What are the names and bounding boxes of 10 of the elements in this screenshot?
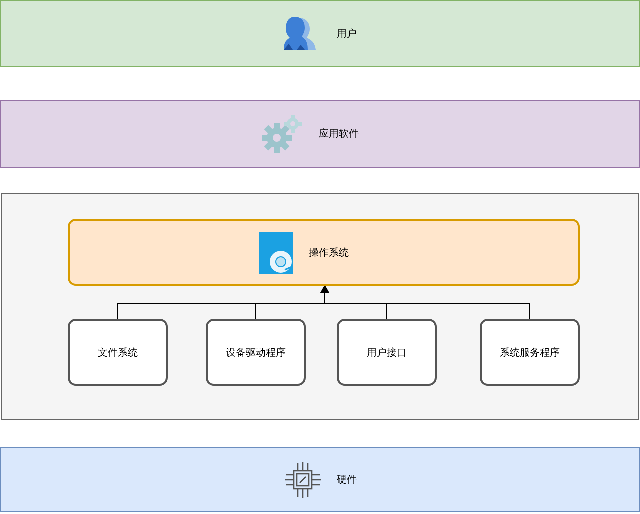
- chip-icon: [283, 460, 323, 500]
- component-box: 用户接口: [337, 319, 437, 386]
- layer-label: 硬件: [337, 474, 357, 486]
- layer-label: 应用软件: [319, 128, 359, 141]
- os-label: 操作系统: [309, 246, 349, 260]
- component-box: 文件系统: [68, 319, 168, 386]
- layer-label: 用户: [337, 28, 357, 40]
- component-box: 系统服务程序: [480, 319, 580, 386]
- gears-icon: [261, 112, 305, 156]
- component-box: 设备驱动程序: [206, 319, 306, 386]
